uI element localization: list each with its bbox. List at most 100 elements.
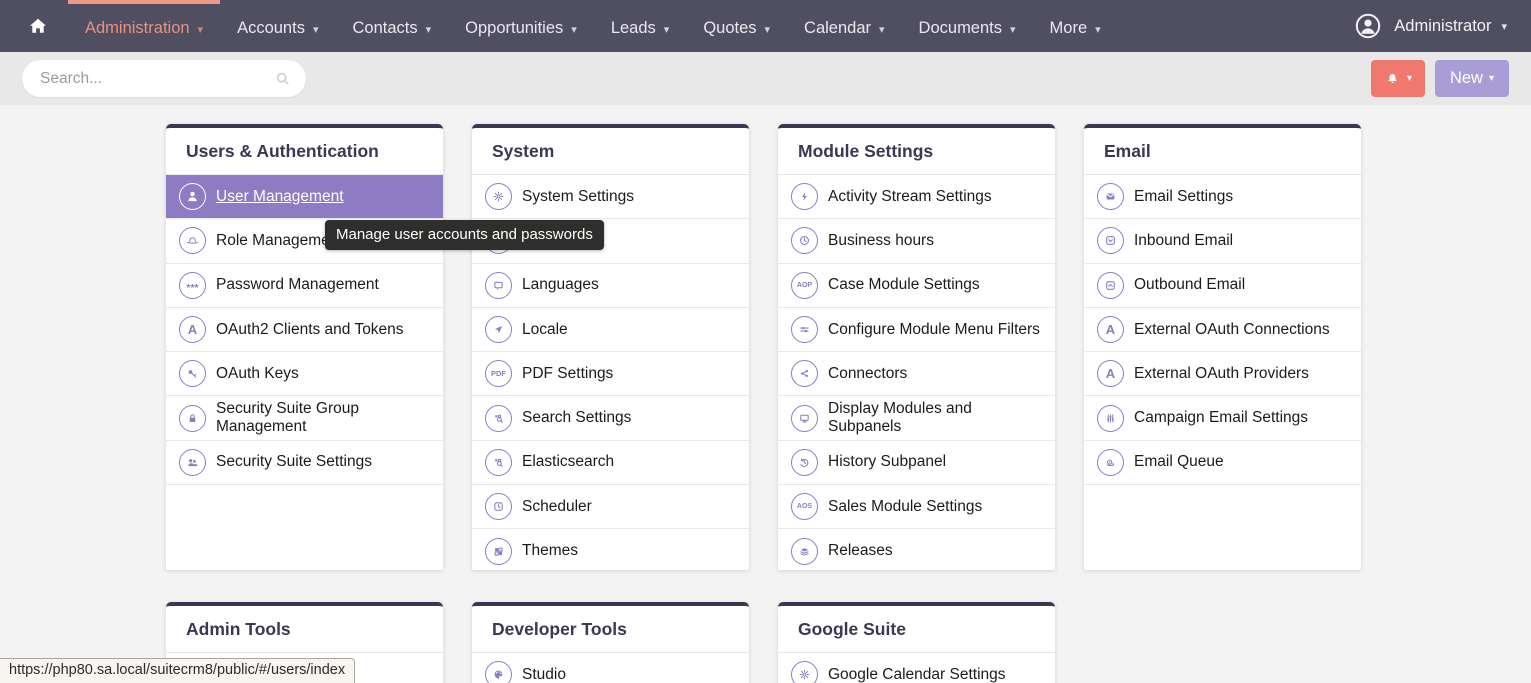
nav-item-label: Administration — [85, 19, 190, 38]
admin-link-user-management[interactable]: User Management — [166, 175, 443, 219]
home-button[interactable] — [0, 0, 68, 52]
admin-link-sales-module-settings[interactable]: AOSSales Module Settings — [778, 485, 1055, 529]
admin-link-business-hours[interactable]: Business hours — [778, 219, 1055, 263]
admin-link-scheduler[interactable]: Scheduler — [472, 485, 749, 529]
gear-icon — [485, 183, 512, 210]
chevron-down-icon: ▾ — [1010, 23, 1016, 36]
nav-item-documents[interactable]: Documents▾ — [902, 0, 1033, 52]
chevron-down-icon: ▾ — [1407, 73, 1412, 84]
admin-link-oauth2-clients-and-tokens[interactable]: AOAuth2 Clients and Tokens — [166, 308, 443, 352]
admin-link-email-queue[interactable]: Email Queue — [1084, 441, 1361, 485]
admin-link-label: PDF Settings — [522, 365, 613, 383]
admin-link-locale[interactable]: Locale — [472, 308, 749, 352]
admin-link-password-management[interactable]: ***Password Management — [166, 264, 443, 308]
chevron-down-icon: ▾ — [879, 23, 885, 36]
admin-link-label: Search Settings — [522, 409, 631, 427]
admin-link-system-settings[interactable]: System Settings — [472, 175, 749, 219]
admin-link-label: Connectors — [828, 365, 907, 383]
bolt-icon — [791, 183, 818, 210]
admin-link-label: Outbound Email — [1134, 276, 1245, 294]
oauth-icon-text: A — [1106, 322, 1115, 337]
nav-item-label: More — [1050, 19, 1088, 38]
admin-link-campaign-email-settings[interactable]: Campaign Email Settings — [1084, 396, 1361, 440]
chevron-down-icon: ▾ — [198, 23, 204, 36]
panel-email: EmailEmail SettingsInbound EmailOutbound… — [1084, 124, 1361, 570]
admin-link-elasticsearch[interactable]: Elasticsearch — [472, 441, 749, 485]
nav-item-accounts[interactable]: Accounts▾ — [220, 0, 335, 52]
sliders-h-icon — [791, 316, 818, 343]
admin-link-label: Case Module Settings — [828, 276, 980, 294]
admin-link-label: Configure Module Menu Filters — [828, 321, 1040, 339]
admin-link-connectors[interactable]: Connectors — [778, 352, 1055, 396]
aop-icon: AOP — [791, 272, 818, 299]
nav-item-label: Leads — [611, 19, 656, 38]
nav-item-quotes[interactable]: Quotes▾ — [686, 0, 787, 52]
panel-title: Module Settings — [778, 128, 1055, 175]
admin-link-label: Releases — [828, 542, 893, 560]
admin-link-label: Themes — [522, 542, 578, 560]
nav-item-label: Quotes — [703, 19, 756, 38]
asterisks-icon-text: *** — [186, 282, 198, 294]
admin-link-external-oauth-providers[interactable]: AExternal OAuth Providers — [1084, 352, 1361, 396]
chevron-down-icon: ▾ — [1489, 73, 1494, 84]
new-button[interactable]: New ▾ — [1435, 60, 1509, 97]
admin-link-pdf-settings[interactable]: PDF PDF Settings — [472, 352, 749, 396]
oauth-icon: A — [1097, 360, 1124, 387]
admin-link-email-settings[interactable]: Email Settings — [1084, 175, 1361, 219]
admin-link-configure-module-menu-filters[interactable]: Configure Module Menu Filters — [778, 308, 1055, 352]
admin-link-google-calendar-settings[interactable]: Google Calendar Settings — [778, 653, 1055, 683]
admin-link-external-oauth-connections[interactable]: AExternal OAuth Connections — [1084, 308, 1361, 352]
admin-link-label: OAuth Keys — [216, 365, 299, 383]
aos-icon-text: AOS — [797, 503, 812, 510]
nav-item-calendar[interactable]: Calendar ▾ — [787, 0, 902, 52]
search-input[interactable] — [22, 60, 306, 97]
panel-title: Developer Tools — [472, 606, 749, 653]
nav-item-opportunities[interactable]: Opportunities ▾ — [448, 0, 594, 52]
search-icon — [272, 68, 293, 89]
key-icon — [179, 360, 206, 387]
envelope-icon — [1097, 183, 1124, 210]
admin-link-label: Email Queue — [1134, 453, 1224, 471]
oauth-icon: A — [179, 316, 206, 343]
chevron-down-icon: ▾ — [313, 23, 319, 36]
aos-icon: AOS — [791, 493, 818, 520]
admin-link-themes[interactable]: Themes — [472, 529, 749, 570]
clock-icon — [791, 227, 818, 254]
admin-link-releases[interactable]: Releases — [778, 529, 1055, 570]
pdf-icon-text: PDF — [491, 369, 506, 378]
admin-link-label: Google Calendar Settings — [828, 666, 1006, 683]
nav-item-administration[interactable]: Administration ▾ — [68, 0, 220, 52]
panel-developer-tools: Developer ToolsStudio — [472, 602, 749, 683]
admin-link-case-module-settings[interactable]: AOP Case Module Settings — [778, 264, 1055, 308]
admin-link-search-settings[interactable]: Search Settings — [472, 396, 749, 440]
admin-link-inbound-email[interactable]: Inbound Email — [1084, 219, 1361, 263]
admin-link-label: Locale — [522, 321, 568, 339]
admin-link-label: Security Suite Settings — [216, 453, 372, 471]
admin-link-activity-stream-settings[interactable]: Activity Stream Settings — [778, 175, 1055, 219]
admin-link-languages[interactable]: Languages — [472, 264, 749, 308]
palette-icon — [485, 661, 512, 683]
admin-link-label: User Management — [216, 188, 344, 206]
notifications-button[interactable]: ▾ — [1371, 60, 1425, 97]
envelope-up-icon — [1097, 272, 1124, 299]
admin-link-studio[interactable]: Studio — [472, 653, 749, 683]
user-menu[interactable]: Administrator ▾ — [1352, 0, 1507, 52]
admin-link-oauth-keys[interactable]: OAuth Keys — [166, 352, 443, 396]
aop-icon-text: AOP — [797, 282, 812, 289]
nav-item-leads[interactable]: Leads▾ — [594, 0, 687, 52]
nav-item-label: Opportunities — [465, 19, 563, 38]
admin-link-security-suite-group-management[interactable]: Security Suite Group Management — [166, 396, 443, 440]
admin-link-security-suite-settings[interactable]: Security Suite Settings — [166, 441, 443, 485]
chevron-down-icon: ▾ — [571, 23, 577, 36]
admin-link-history-subpanel[interactable]: History Subpanel — [778, 441, 1055, 485]
nav-item-label: Calendar — [804, 19, 871, 38]
oauth-icon-text: A — [188, 322, 197, 337]
nav-item-contacts[interactable]: Contacts▾ — [335, 0, 448, 52]
admin-link-outbound-email[interactable]: Outbound Email — [1084, 264, 1361, 308]
panel-title: Users & Authentication — [166, 128, 443, 175]
admin-link-display-modules-and-subpanels[interactable]: Display Modules and Subpanels — [778, 396, 1055, 440]
oauth-icon: A — [1097, 316, 1124, 343]
nav-item-more[interactable]: More▾ — [1033, 0, 1118, 52]
panels-row-1: Users & AuthenticationUser ManagementRol… — [166, 124, 1531, 570]
chat-icon — [485, 272, 512, 299]
